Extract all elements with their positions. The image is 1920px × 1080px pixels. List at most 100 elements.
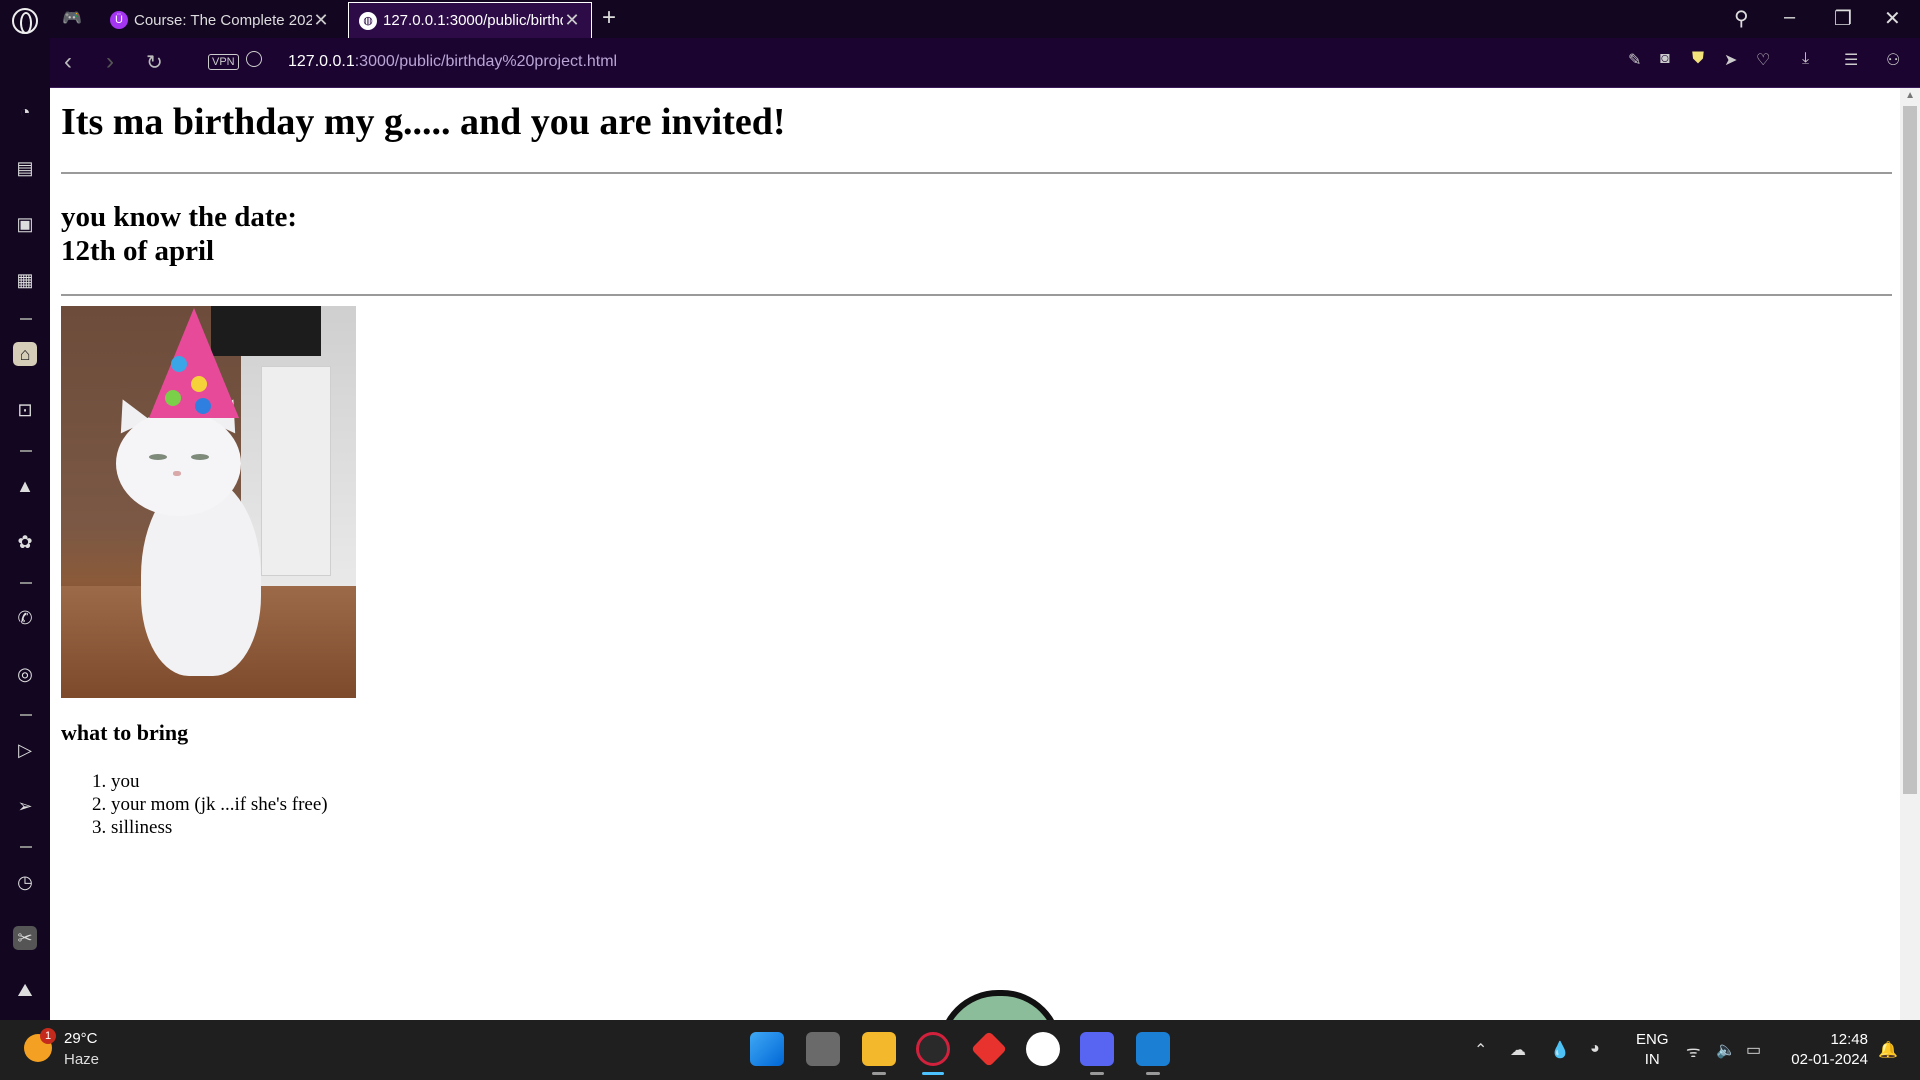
back-icon[interactable]: ‹ bbox=[64, 48, 72, 76]
gamepad-icon[interactable]: 🎮 bbox=[62, 8, 88, 30]
list-item: you bbox=[111, 770, 1892, 793]
onedrive-cloud-icon[interactable]: ☁ bbox=[1510, 1040, 1526, 1060]
chevron-up-icon[interactable]: ⌃ bbox=[1474, 1040, 1487, 1060]
file-explorer-icon[interactable] bbox=[862, 1032, 896, 1066]
opera-gx-icon[interactable] bbox=[916, 1032, 950, 1066]
new-tab-plus-icon[interactable]: + bbox=[602, 4, 616, 32]
vpn-badge[interactable]: VPN bbox=[208, 54, 239, 70]
tab-title: 127.0.0.1:3000/public/birthday%20project… bbox=[383, 12, 563, 29]
language-code: ENG bbox=[1636, 1031, 1669, 1048]
player-icon[interactable]: ▷ bbox=[13, 738, 37, 762]
url-host: 127.0.0.1 bbox=[288, 53, 355, 70]
forward-icon[interactable]: › bbox=[106, 48, 114, 76]
easy-setup-icon[interactable]: ☰ bbox=[1844, 50, 1858, 70]
cat-party-hat-image bbox=[61, 306, 356, 698]
notification-bell-icon[interactable]: 🔔 bbox=[1878, 1040, 1898, 1060]
cat-eye bbox=[149, 454, 167, 460]
sidebar-separator bbox=[20, 846, 32, 848]
active-indicator bbox=[922, 1072, 944, 1075]
drop-icon[interactable]: 💧 bbox=[1550, 1040, 1570, 1060]
profile-icon[interactable]: ⚇ bbox=[1886, 50, 1900, 70]
history-clock-icon[interactable]: ◷ bbox=[13, 870, 37, 894]
camera-icon[interactable]: ◙ bbox=[1660, 50, 1670, 68]
whatsapp-icon[interactable]: ✆ bbox=[13, 606, 37, 630]
url-path: :3000/public/birthday%20project.html bbox=[354, 53, 618, 70]
running-indicator bbox=[1090, 1072, 1104, 1075]
close-icon[interactable]: ✕ bbox=[312, 10, 330, 31]
volume-icon[interactable]: 🔈 bbox=[1716, 1040, 1736, 1060]
bring-heading: what to bring bbox=[61, 720, 189, 745]
cat-head bbox=[116, 411, 241, 516]
heart-icon[interactable]: ♡ bbox=[1756, 50, 1770, 70]
shield-icon[interactable]: ⛊ bbox=[1692, 50, 1704, 68]
tab-course[interactable]: Ü Course: The Complete 2024 Web Developm… bbox=[100, 2, 340, 38]
vertical-scrollbar[interactable]: ▲ bbox=[1900, 88, 1920, 1020]
divider bbox=[61, 294, 1892, 296]
site-info-icon[interactable] bbox=[246, 51, 262, 67]
send-icon[interactable]: ➤ bbox=[1724, 50, 1737, 70]
page-content: Its ma birthday my g..... and you are in… bbox=[61, 88, 1892, 839]
close-window-icon[interactable]: ✕ bbox=[1884, 6, 1901, 31]
download-icon[interactable]: ⤓ bbox=[1802, 50, 1809, 68]
minimize-icon[interactable]: – bbox=[1784, 6, 1795, 29]
gx-control-icon[interactable]: ▦ bbox=[13, 268, 37, 292]
bring-list: you your mom (jk ...if she's free) silli… bbox=[61, 770, 1892, 839]
tab-birthday[interactable]: ◍ 127.0.0.1:3000/public/birthday%20proje… bbox=[348, 2, 592, 38]
weather-condition[interactable]: Haze bbox=[64, 1051, 99, 1068]
reload-icon[interactable]: ↻ bbox=[146, 50, 163, 75]
twitch-icon[interactable]: ▣ bbox=[13, 212, 37, 236]
clock[interactable]: 12:48 02-01-2024 bbox=[1788, 1030, 1868, 1070]
sidebar-separator bbox=[20, 714, 32, 716]
speed-dial-gauge-icon[interactable]: ◔ bbox=[13, 100, 37, 124]
sidebar-separator bbox=[20, 318, 32, 320]
list-item: silliness bbox=[111, 816, 1892, 839]
instagram-icon[interactable]: ◎ bbox=[13, 662, 37, 686]
url-field[interactable]: 127.0.0.1:3000/public/birthday%20project… bbox=[288, 53, 617, 71]
date-line-2: 12th of april bbox=[61, 235, 215, 267]
home-icon[interactable]: ⌂ bbox=[13, 342, 37, 366]
color-app-icon[interactable]: ◕ bbox=[1590, 1040, 1600, 1058]
wifi-icon[interactable]: ᯤ bbox=[1686, 1040, 1701, 1062]
battery-icon[interactable]: ▭ bbox=[1746, 1040, 1761, 1060]
party-hat-pattern bbox=[161, 346, 221, 416]
cat-nose bbox=[173, 471, 181, 476]
weather-temp[interactable]: 29°C bbox=[64, 1030, 98, 1047]
clock-time: 12:48 bbox=[1830, 1031, 1868, 1048]
date-line-1: you know the date: bbox=[61, 201, 298, 233]
games-icon[interactable]: ⊡ bbox=[13, 398, 37, 422]
tab-title: Course: The Complete 2024 Web Developmen… bbox=[134, 11, 312, 29]
udemy-icon: Ü bbox=[110, 11, 128, 29]
list-item: your mom (jk ...if she's free) bbox=[111, 793, 1892, 816]
anydesk-icon[interactable] bbox=[970, 1030, 1008, 1068]
start-windows-icon[interactable] bbox=[750, 1032, 784, 1066]
scroll-up-arrow-icon[interactable]: ▲ bbox=[1905, 90, 1915, 101]
divider bbox=[61, 172, 1892, 174]
tab-strip: 🎮 Ü Course: The Complete 2024 Web Develo… bbox=[0, 0, 1920, 38]
discord-icon[interactable] bbox=[1080, 1032, 1114, 1066]
send-flow-icon[interactable]: ➢ bbox=[13, 794, 37, 818]
task-view-icon[interactable] bbox=[806, 1032, 840, 1066]
snapshot-edit-icon[interactable]: ✎ bbox=[1628, 50, 1641, 70]
close-icon[interactable]: ✕ bbox=[563, 10, 581, 31]
web-page-viewport: Its ma birthday my g..... and you are in… bbox=[50, 88, 1920, 1050]
language-indicator[interactable]: ENG IN bbox=[1636, 1030, 1669, 1070]
search-icon[interactable]: ⚲ bbox=[1734, 6, 1749, 31]
region-code: IN bbox=[1644, 1051, 1660, 1068]
chatgpt-icon[interactable]: ✿ bbox=[13, 530, 37, 554]
scroll-thumb[interactable] bbox=[1903, 106, 1917, 794]
opera-menu-icon[interactable] bbox=[12, 8, 38, 34]
gx-corner-icon[interactable]: ▤ bbox=[13, 156, 37, 180]
sidebar-separator bbox=[20, 450, 32, 452]
cat-eye bbox=[191, 454, 209, 460]
running-indicator bbox=[1146, 1072, 1160, 1075]
itunes-icon[interactable] bbox=[1026, 1032, 1060, 1066]
running-indicator bbox=[872, 1072, 886, 1075]
weather-badge: 1 bbox=[40, 1028, 56, 1044]
aria-icon[interactable]: ▲ bbox=[13, 474, 37, 498]
vscode-icon[interactable] bbox=[1136, 1032, 1170, 1066]
restore-icon[interactable]: ❐ bbox=[1834, 6, 1852, 31]
extensions-icon[interactable]: ✂ bbox=[13, 926, 37, 950]
windows-taskbar: 1 29°C Haze ⌃ ☁ 💧 ◕ ENG IN ᯤ 🔈 ▭ 12:48 0… bbox=[0, 1020, 1920, 1080]
wallpaper-icon[interactable]: ⛰ bbox=[13, 978, 37, 1002]
date-heading: you know the date: 12th of april bbox=[61, 200, 1892, 268]
